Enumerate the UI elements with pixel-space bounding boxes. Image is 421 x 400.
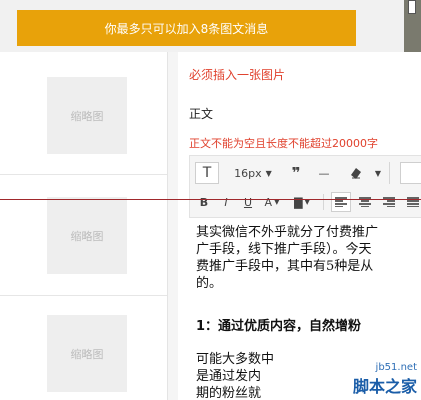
body-label: 正文 xyxy=(189,107,214,121)
scrollbar-thumb[interactable] xyxy=(408,0,416,14)
list-item[interactable]: 缩略图 xyxy=(0,175,167,296)
paragraph-line: 的。 xyxy=(196,276,223,291)
chevron-down-icon: ▼ xyxy=(265,168,272,178)
paragraph-line: 其实微信不外乎就分了付费推广 xyxy=(196,225,379,240)
image-required-error: 必须插入一张图片 xyxy=(189,68,286,82)
paragraph-line: 广手段，线下推广手段）。今天 xyxy=(196,242,372,257)
thumbnail: 缩略图 xyxy=(47,77,127,154)
eraser-icon-svg xyxy=(351,168,361,179)
font-size-select[interactable]: 16px ▼ xyxy=(232,164,274,182)
quote-icon[interactable]: ❞ xyxy=(286,164,306,182)
justify-icon[interactable] xyxy=(403,192,421,212)
max-articles-notice: 你最多只可以加入8条图文消息 xyxy=(17,10,356,46)
list-item[interactable]: 缩略图 xyxy=(0,52,167,175)
bg-color-icon: ▇ xyxy=(294,195,303,209)
paragraph-1: 其实微信不外乎就分了付费推广 广手段，线下推广手段）。今天 费推广手段中，其中有… xyxy=(196,224,421,292)
align-left-icon[interactable] xyxy=(331,192,351,212)
bg-color-button[interactable]: ▇ ▼ xyxy=(289,194,315,210)
bold-button[interactable]: B xyxy=(196,194,212,210)
article-list-panel: 缩略图 缩略图 缩略图 xyxy=(0,52,168,400)
paragraph-line: 费推广手段中，其中有5种是从 xyxy=(196,259,374,274)
article-editor: 必须插入一张图片 正文 正文不能为空且长度不能超过20000字 T 16px ▼… xyxy=(178,52,421,400)
toolbar-separator xyxy=(389,162,390,184)
underline-button[interactable]: U xyxy=(240,194,256,210)
eraser-icon[interactable] xyxy=(346,163,366,183)
list-item[interactable]: 缩略图 xyxy=(0,296,167,400)
watermark-site: jb51.net xyxy=(375,362,417,373)
font-color-button[interactable]: A ▼ xyxy=(260,194,284,210)
toolbar-separator xyxy=(323,194,324,210)
text-format-icon[interactable]: T xyxy=(195,162,219,184)
horizontal-rule-icon[interactable]: — xyxy=(314,164,334,182)
watermark-name: 脚本之家 xyxy=(352,377,417,396)
dropdown-arrow-icon[interactable]: ▼ xyxy=(374,165,382,181)
body-length-error: 正文不能为空且长度不能超过20000字 xyxy=(189,137,378,150)
font-size-value: 16px xyxy=(234,166,262,180)
font-color-icon: A xyxy=(264,195,273,209)
section-heading: 1：通过优质内容，自然增粉 xyxy=(196,319,362,334)
watermark: jb51.net 脚本之家 xyxy=(353,362,417,397)
thumbnail: 缩略图 xyxy=(47,197,127,274)
panel-gap xyxy=(168,52,178,400)
editor-toolbar: T 16px ▼ ❞ — ▼ B I U A ▼ ▇ ▼ xyxy=(189,155,421,218)
italic-button[interactable]: I xyxy=(218,194,234,210)
document-icon[interactable] xyxy=(400,162,421,184)
align-center-icon[interactable] xyxy=(355,192,375,212)
thumbnail: 缩略图 xyxy=(47,315,127,392)
window-scrollbar[interactable] xyxy=(404,0,421,52)
red-divider-line xyxy=(0,199,421,200)
align-right-icon[interactable] xyxy=(379,192,399,212)
